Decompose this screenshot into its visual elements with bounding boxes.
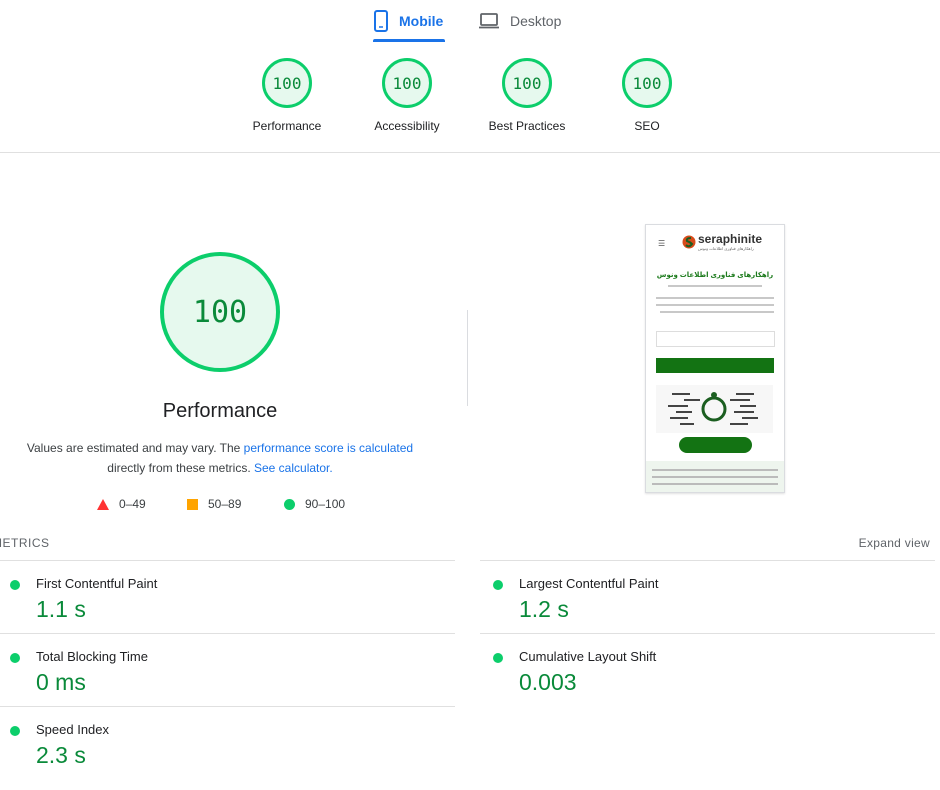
tab-mobile-label: Mobile: [399, 13, 444, 29]
gauge-accessibility[interactable]: 100 Accessibility: [357, 58, 457, 133]
circle-icon: [284, 498, 295, 510]
thumbnail-text-line: [656, 297, 774, 299]
pass-circle-icon: [493, 653, 503, 663]
metric-value: 1.2 s: [519, 596, 569, 622]
gauge-label: SEO: [634, 119, 660, 133]
seraphinite-logo-icon: [682, 235, 696, 249]
metrics-divider: [480, 560, 935, 561]
thumbnail-text-line: [652, 483, 778, 485]
score-ring: 100: [502, 58, 552, 108]
thumbnail-text-line: [668, 285, 762, 287]
metric-label: Cumulative Layout Shift: [519, 649, 657, 664]
square-icon: [187, 498, 198, 510]
header-divider: [0, 152, 940, 153]
metric-label: First Contentful Paint: [36, 576, 158, 591]
metric-value: 1.1 s: [36, 596, 86, 622]
thumbnail-brand: seraphinite: [698, 232, 763, 246]
legend-fail: 0–49: [97, 497, 146, 511]
metric-value: 0.003: [519, 669, 577, 695]
metrics-header-text: METRICS: [0, 536, 50, 550]
score-ring: 100: [622, 58, 672, 108]
triangle-icon: [97, 498, 109, 510]
pass-circle-icon: [493, 580, 503, 590]
metrics-divider: [480, 633, 935, 634]
thumbnail-text-line: [652, 476, 778, 478]
thumbnail-text-line: [660, 311, 774, 313]
tab-desktop[interactable]: Desktop: [478, 0, 561, 42]
gauge-label: Best Practices: [488, 119, 566, 133]
tab-desktop-label: Desktop: [510, 13, 562, 29]
vertical-divider: [467, 310, 468, 406]
thumbnail-pill-button: [679, 437, 752, 453]
mobile-phone-icon: [374, 10, 388, 32]
desc-text-2: directly from these metrics.: [107, 461, 251, 475]
thumbnail-footer: [646, 461, 784, 492]
legend-fail-label: 0–49: [119, 497, 146, 511]
legend-pass: 90–100: [284, 497, 345, 511]
metric-label: Largest Contentful Paint: [519, 576, 659, 591]
performance-title: Performance: [162, 400, 278, 422]
metric-value: 2.3 s: [36, 742, 86, 768]
metric-label: Speed Index: [36, 722, 110, 737]
metric-speed-index: Speed Index 2.3 s: [10, 718, 430, 790]
gauge-label: Performance: [252, 119, 322, 133]
score-ring: 100: [262, 58, 312, 108]
thumbnail-heading: راهکارهای فناوری اطلاعات ونوس: [656, 272, 774, 279]
legend-average-label: 50–89: [208, 497, 242, 511]
metrics-header: METRICS: [0, 536, 50, 550]
score-ring: 100: [382, 58, 432, 108]
metric-label: Total Blocking Time: [36, 649, 148, 664]
performance-score-gauge: 100: [160, 252, 280, 372]
gauge-performance[interactable]: 100 Performance: [237, 58, 337, 133]
expand-view-toggle[interactable]: Expand view: [859, 536, 930, 550]
tab-mobile[interactable]: Mobile: [373, 0, 445, 42]
thumbnail-input: [656, 331, 775, 347]
desc-text: Values are estimated and may vary. The: [26, 441, 244, 455]
metric-cumulative-layout-shift: Cumulative Layout Shift 0.003: [493, 645, 913, 717]
desktop-laptop-icon: [479, 13, 499, 29]
pass-circle-icon: [10, 726, 20, 736]
thumbnail-text-line: [656, 304, 774, 306]
legend-pass-label: 90–100: [305, 497, 346, 511]
hamburger-menu-icon: ☰: [658, 239, 666, 248]
gauge-label: Accessibility: [374, 119, 440, 133]
thumbnail-tag-cloud: [656, 385, 773, 433]
metrics-divider: [0, 560, 455, 561]
metrics-divider: [0, 706, 455, 707]
performance-description: Values are estimated and may vary. The p…: [20, 438, 420, 478]
pass-circle-icon: [10, 653, 20, 663]
gauge-best-practices[interactable]: 100 Best Practices: [477, 58, 577, 133]
see-calculator-link[interactable]: See calculator.: [254, 461, 333, 475]
seraphinite-emblem-icon: [668, 392, 758, 425]
gauge-seo[interactable]: 100 SEO: [597, 58, 697, 133]
thumbnail-brand-sub: راهکارهای فناوری اطلاعات ونوس: [698, 246, 754, 251]
score-calculated-link[interactable]: performance score is calculated: [244, 441, 413, 455]
thumbnail-button: [656, 358, 774, 373]
thumbnail-text-line: [652, 469, 778, 471]
pass-circle-icon: [10, 580, 20, 590]
legend-average: 50–89: [187, 497, 241, 511]
final-screenshot-thumbnail[interactable]: ☰ seraphinite راهکارهای فناوری اطلاعات و…: [645, 224, 785, 493]
active-tab-indicator: [373, 39, 445, 42]
metric-value: 0 ms: [36, 669, 86, 695]
metrics-divider: [0, 633, 455, 634]
